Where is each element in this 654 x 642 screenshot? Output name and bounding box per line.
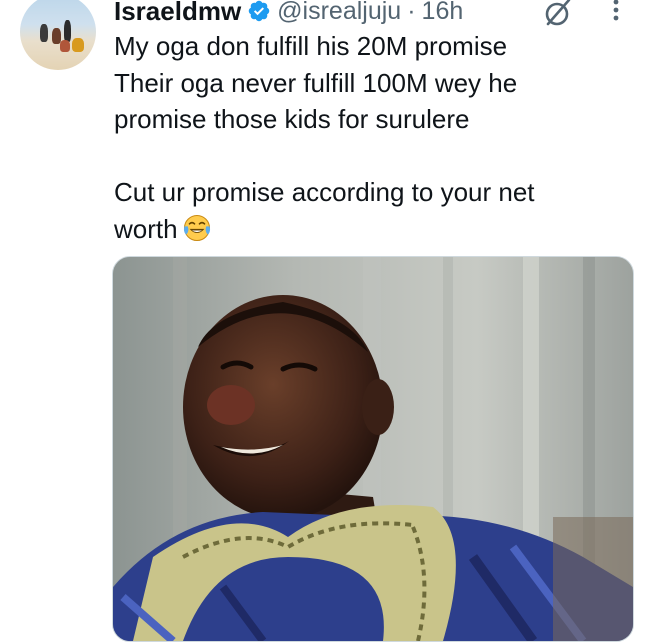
- text-line-last: worth: [114, 211, 634, 248]
- tweet[interactable]: Israeldmw @isrealjuju · 16h My oga don f…: [0, 0, 654, 642]
- text-line: promise those kids for surulere: [114, 104, 470, 134]
- timestamp[interactable]: 16h: [422, 0, 464, 26]
- author-handle[interactable]: @isrealjuju: [277, 0, 401, 26]
- text-line: Their oga never fulfill 100M wey he: [114, 67, 518, 98]
- tweet-media[interactable]: [112, 256, 634, 642]
- more-options-icon[interactable]: [606, 0, 626, 28]
- tears-of-joy-emoji-icon: [183, 214, 210, 241]
- grok-icon[interactable]: [540, 0, 574, 30]
- text-line: My oga don fulfill his 20M promise: [114, 31, 508, 61]
- media-photo: [113, 257, 633, 641]
- verified-badge-icon: [248, 0, 270, 22]
- tweet-text: My oga don fulfill his 20M promise Their…: [114, 28, 634, 247]
- text-line: Cut ur promise according to your net: [114, 177, 535, 207]
- text-word: worth: [114, 213, 178, 244]
- avatar[interactable]: [20, 0, 96, 70]
- separator-dot: ·: [407, 0, 416, 25]
- tweet-header: Israeldmw @isrealjuju · 16h: [114, 0, 463, 28]
- author-name[interactable]: Israeldmw: [114, 0, 241, 27]
